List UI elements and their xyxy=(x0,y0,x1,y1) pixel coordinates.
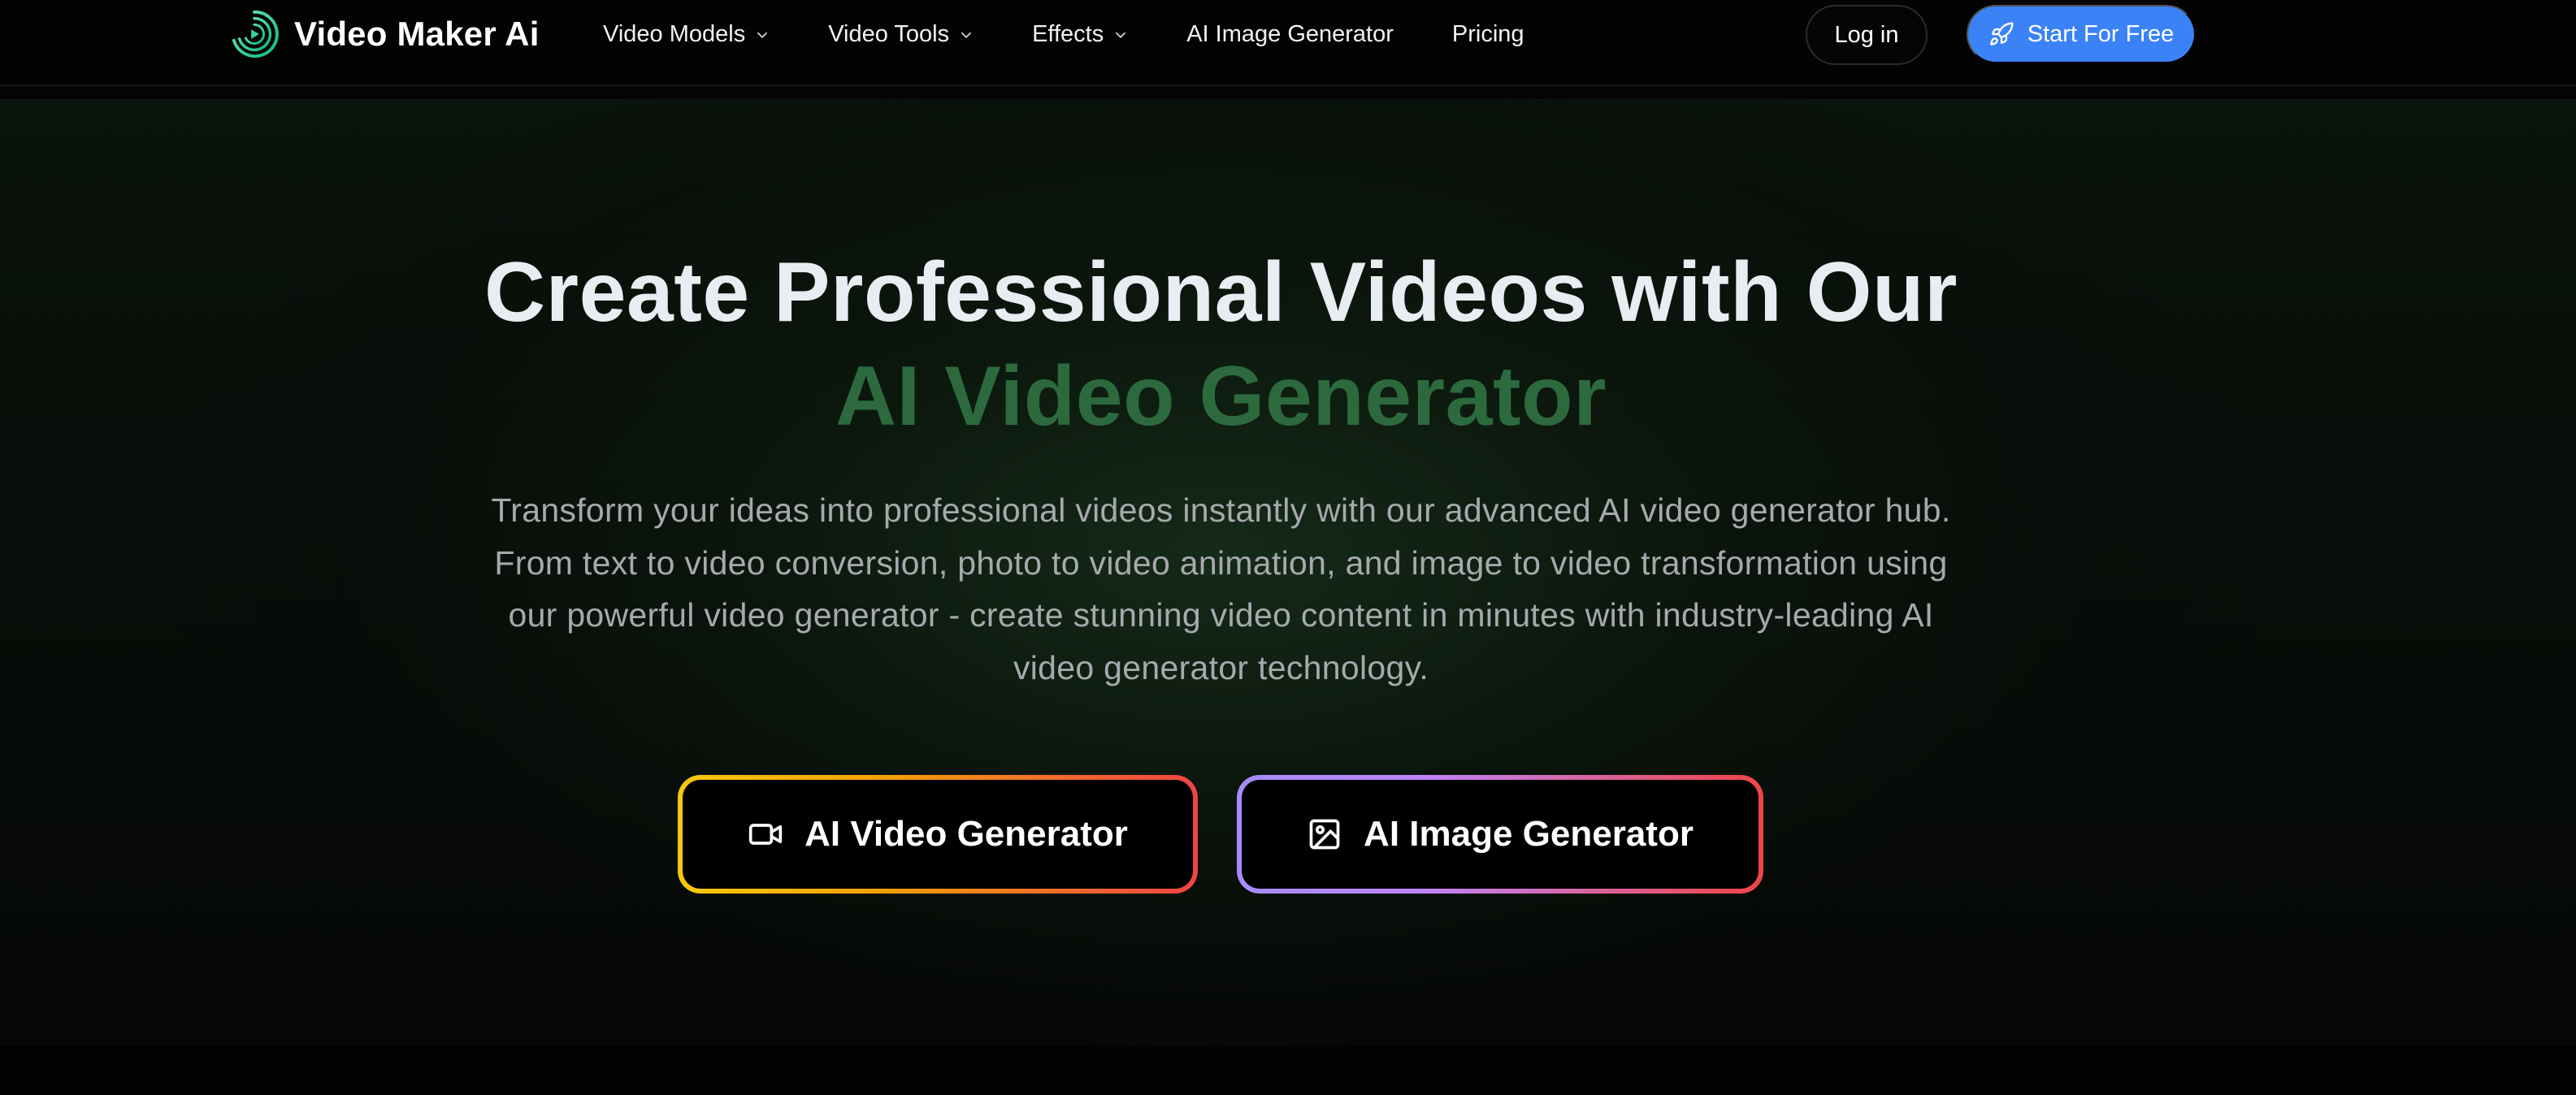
rocket-icon xyxy=(1989,22,2014,45)
hero-title-accent: AI Video Generator xyxy=(835,349,1607,444)
chevron-down-icon xyxy=(757,32,768,38)
hero-description: Transform your ideas into professional v… xyxy=(491,491,1951,686)
main-nav: Video Models Video Tools Effects AI Imag… xyxy=(603,8,1583,60)
nav-item-video-models[interactable]: Video Models xyxy=(603,21,770,48)
nav-item-label: AI Image Generator xyxy=(1186,20,1394,47)
nav-item-video-tools[interactable]: Video Tools xyxy=(828,21,974,48)
ai-image-generator-button[interactable]: AI Image Generator xyxy=(1237,775,1763,894)
nav-item-label: Video Tools xyxy=(828,20,950,47)
ai-video-generator-label: AI Video Generator xyxy=(804,814,1128,854)
navbar: Video Maker Ai Video Models Video Tools … xyxy=(0,0,2576,86)
ai-video-generator-button[interactable]: AI Video Generator xyxy=(678,775,1198,894)
nav-item-ai-image-generator[interactable]: AI Image Generator xyxy=(1186,21,1394,48)
page: Video Maker Ai Video Models Video Tools … xyxy=(0,0,2576,1095)
nav-item-label: Effects xyxy=(1032,20,1104,47)
nav-item-effects[interactable]: Effects xyxy=(1032,21,1128,48)
start-for-free-button[interactable]: Start For Free xyxy=(1967,5,2196,63)
image-icon xyxy=(1309,819,1340,850)
chevron-down-icon xyxy=(961,32,972,38)
brand-name: Video Maker Ai xyxy=(294,15,540,53)
ai-image-generator-button-inner: AI Image Generator xyxy=(1242,780,1759,889)
nav-item-label: Video Models xyxy=(603,20,746,47)
hero-title-line1: Create Professional Videos with Our xyxy=(484,245,1958,340)
cta-row: AI Video Generator AI Image Generator xyxy=(0,775,2576,894)
ai-video-generator-button-inner: AI Video Generator xyxy=(683,780,1193,889)
chevron-down-icon xyxy=(1116,32,1126,38)
login-button[interactable]: Log in xyxy=(1806,5,1928,65)
concentric-play-icon xyxy=(232,10,279,58)
next-section-band xyxy=(0,1046,2576,1095)
ai-image-generator-label: AI Image Generator xyxy=(1364,814,1693,854)
video-camera-icon xyxy=(748,824,783,845)
hero-title: Create Professional Videos with Our AI V… xyxy=(0,240,2442,448)
brand-link[interactable]: Video Maker Ai xyxy=(229,8,540,60)
nav-item-label: Pricing xyxy=(1451,20,1524,47)
nav-item-pricing[interactable]: Pricing xyxy=(1452,21,1524,48)
hero-section: Create Professional Videos with Our AI V… xyxy=(0,99,2576,1046)
start-for-free-label: Start For Free xyxy=(2027,20,2175,47)
